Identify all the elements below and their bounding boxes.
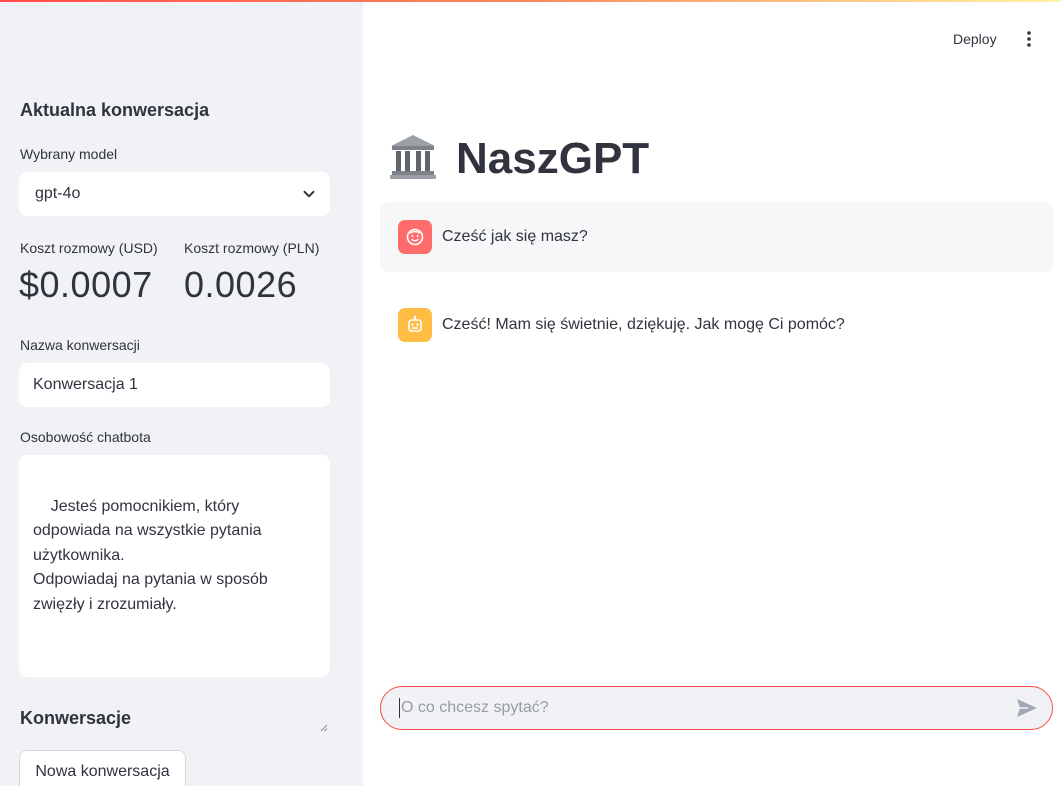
sidebar: Aktualna konwersacja Wybrany model gpt-4… — [0, 0, 363, 786]
resize-grip-icon[interactable] — [320, 667, 328, 732]
kebab-menu-icon[interactable] — [1018, 28, 1040, 50]
personality-label: Osobowość chatbota — [20, 429, 151, 445]
cost-usd-label: Koszt rozmowy (USD) — [20, 240, 158, 256]
page-title: NaszGPT — [388, 128, 649, 190]
personality-text: Jesteś pomocnikiem, który odpowiada na w… — [33, 497, 268, 613]
chevron-down-icon — [302, 187, 316, 201]
deploy-button[interactable]: Deploy — [945, 28, 1005, 50]
app-title: NaszGPT — [456, 134, 650, 183]
chat-input[interactable] — [401, 699, 1014, 717]
chat-message-assistant: Cześć! Mam się świetnie, dziękuję. Jak m… — [380, 290, 1053, 360]
model-select-value: gpt-4o — [35, 185, 81, 202]
cost-pln-label: Koszt rozmowy (PLN) — [184, 240, 320, 256]
text-caret — [399, 698, 400, 718]
classical-building-icon — [388, 133, 438, 186]
conversations-heading: Konwersacje — [20, 708, 132, 728]
current-conversation-heading: Aktualna konwersacja — [20, 100, 210, 120]
cost-pln-value: 0.0026 — [184, 264, 298, 305]
chat-message-text: Cześć jak się masz? — [442, 228, 588, 245]
new-conversation-button[interactable]: Nowa konwersacja — [19, 750, 186, 786]
chat-message-text: Cześć! Mam się świetnie, dziękuję. Jak m… — [442, 316, 845, 333]
robot-icon — [398, 308, 432, 342]
model-select[interactable]: gpt-4o — [19, 172, 330, 216]
chat-message-user: Cześć jak się masz? — [380, 202, 1053, 272]
cost-usd-value: $0.0007 — [19, 264, 153, 305]
conversation-name-input[interactable]: Konwersacja 1 — [19, 363, 330, 407]
user-face-icon — [398, 220, 432, 254]
send-arrow-icon[interactable] — [1014, 695, 1040, 721]
personality-textarea[interactable]: Jesteś pomocnikiem, który odpowiada na w… — [19, 455, 330, 732]
conversation-name-label: Nazwa konwersacji — [20, 337, 140, 353]
model-select-label: Wybrany model — [20, 146, 118, 162]
chat-input-box[interactable] — [380, 686, 1053, 730]
top-accent-bar — [0, 0, 1061, 2]
